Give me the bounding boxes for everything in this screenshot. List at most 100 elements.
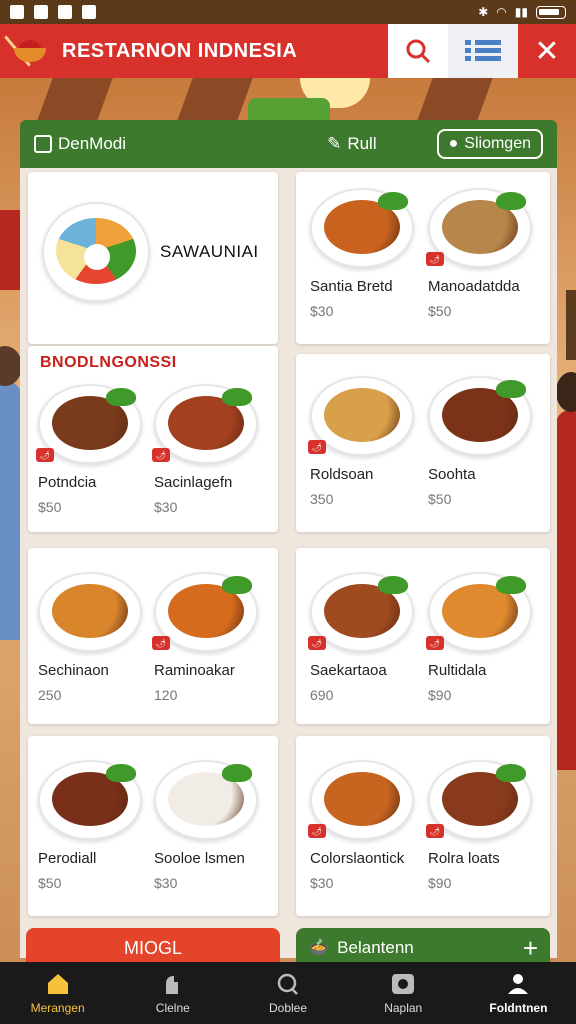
menu-card[interactable]: 🌶 Roldsoan 350 Soohta $50 bbox=[296, 354, 550, 532]
item-price: $90 bbox=[428, 687, 452, 703]
nav-item-camera[interactable]: Naplan bbox=[346, 962, 461, 1024]
featured-card[interactable]: SAWAUNIAI bbox=[28, 172, 278, 344]
food bbox=[324, 772, 400, 826]
dish-image: 🌶 bbox=[308, 376, 414, 456]
menu-item[interactable]: 🌶 Raminoakar 120 bbox=[152, 572, 274, 703]
menu-grid: SAWAUNIAI Santia Bretd $30 🌶 Manoadatdda… bbox=[20, 168, 557, 958]
spicy-badge: 🌶 bbox=[36, 448, 54, 462]
section-title: BNODLNGONSSI bbox=[40, 354, 177, 371]
dish-image bbox=[154, 760, 258, 840]
full-label: Rull bbox=[347, 134, 377, 153]
menu-item[interactable]: 🌶 Manoadatdda $50 bbox=[426, 188, 548, 319]
full-view-button[interactable]: ✎ Rull bbox=[327, 134, 377, 154]
menu-card[interactable]: 🌶 Saekartaoa 690 🌶 Rultidala $90 bbox=[296, 548, 550, 724]
tag-icon: ● bbox=[448, 135, 459, 152]
app-bar: RESTARNON INDNESIA ✕ bbox=[0, 24, 576, 78]
item-price: $30 bbox=[310, 875, 334, 891]
dish-image: 🌶 bbox=[426, 760, 532, 840]
nav-item-chef[interactable]: Clelne bbox=[115, 962, 230, 1024]
spicy-badge: 🌶 bbox=[308, 440, 326, 454]
nav-item-search[interactable]: Doblee bbox=[230, 962, 345, 1024]
bluetooth-icon: ✱ bbox=[478, 5, 489, 19]
wifi-icon: ◠ bbox=[496, 5, 507, 19]
dish-image bbox=[42, 202, 150, 302]
dish-icon: 🍲 bbox=[308, 938, 330, 957]
app-title: RESTARNON INDNESIA bbox=[62, 39, 298, 62]
dish-image: 🌶 bbox=[426, 188, 532, 268]
item-name: Sacinlagefn bbox=[154, 474, 233, 491]
item-name: Sooloe lsmen bbox=[154, 850, 245, 867]
spicy-badge: 🌶 bbox=[308, 824, 326, 838]
item-price: 120 bbox=[154, 687, 178, 703]
close-icon: ✕ bbox=[534, 34, 560, 68]
spicy-badge: 🌶 bbox=[152, 636, 170, 650]
item-name: Roldsoan bbox=[310, 466, 374, 483]
nav-label: Naplan bbox=[384, 1000, 423, 1015]
menu-item[interactable]: 🌶 Roldsoan 350 bbox=[308, 376, 430, 507]
item-price: 250 bbox=[38, 687, 62, 703]
item-name: Santia Bretd bbox=[310, 278, 393, 295]
item-name: Saekartaoa bbox=[310, 662, 387, 679]
menu-card[interactable]: BNODLNGONSSI 🌶 Potndcia $50 🌶 Sacinlagef… bbox=[28, 346, 278, 532]
item-name: Raminoakar bbox=[154, 662, 235, 679]
item-price: $30 bbox=[154, 875, 178, 891]
nav-label: Merangen bbox=[30, 1000, 85, 1015]
spicy-badge: 🌶 bbox=[426, 636, 444, 650]
nav-label: Doblee bbox=[268, 1000, 308, 1015]
nav-item-home[interactable]: Merangen bbox=[0, 962, 115, 1024]
chef-icon bbox=[165, 975, 178, 994]
choose-label: Sliomgen bbox=[464, 135, 531, 152]
promo-green-label: Belantenn bbox=[337, 938, 414, 957]
item-name: Rolra loats bbox=[428, 850, 500, 867]
search-button[interactable] bbox=[388, 24, 448, 78]
menu-item[interactable]: 🌶 Potndcia $50 bbox=[36, 384, 158, 515]
list-view-button[interactable] bbox=[448, 24, 518, 78]
bottom-nav: Merangen Clelne Doblee Naplan Foldntnen bbox=[0, 962, 576, 1024]
item-price: $90 bbox=[428, 875, 452, 891]
menu-item[interactable]: Soohta $50 bbox=[428, 376, 548, 507]
item-price: $50 bbox=[38, 875, 62, 891]
menu-item[interactable]: 🌶 Colorslaontick $30 bbox=[308, 760, 430, 891]
nav-item-profile[interactable]: Foldntnen bbox=[461, 962, 576, 1024]
vpn-icon bbox=[58, 5, 72, 19]
filter-bar: DenModi ✎ Rull ● Sliomgen bbox=[20, 120, 557, 168]
menu-item[interactable]: 🌶 Rultidala $90 bbox=[426, 572, 548, 703]
menu-item[interactable]: 🌶 Sacinlagefn $30 bbox=[152, 384, 274, 515]
dish-image: 🌶 bbox=[308, 760, 414, 840]
mode-toggle[interactable]: DenModi bbox=[34, 134, 126, 154]
featured-title: SAWAUNIAI bbox=[160, 242, 259, 261]
dish-image: 🌶 bbox=[152, 572, 258, 652]
food bbox=[52, 584, 128, 638]
menu-item[interactable]: Sechinaon 250 bbox=[38, 572, 158, 703]
search-icon bbox=[277, 973, 298, 995]
menu-card[interactable]: Sechinaon 250 🌶 Raminoakar 120 bbox=[28, 548, 278, 724]
menu-item[interactable]: 🌶 Rolra loats $90 bbox=[426, 760, 548, 891]
battery-icon bbox=[536, 5, 566, 19]
item-name: Sechinaon bbox=[38, 662, 109, 679]
close-button[interactable]: ✕ bbox=[518, 24, 576, 78]
dish-image: 🌶 bbox=[308, 572, 414, 652]
spicy-badge: 🌶 bbox=[308, 636, 326, 650]
item-name: Colorslaontick bbox=[310, 850, 405, 867]
instagram-icon bbox=[34, 5, 48, 19]
nav-label: Foldntnen bbox=[489, 1000, 548, 1015]
checkbox-icon bbox=[34, 135, 52, 153]
dish-image: 🌶 bbox=[152, 384, 258, 464]
status-bar: ✱ ◠ ▮▮ bbox=[0, 0, 576, 24]
menu-item[interactable]: Santia Bretd $30 bbox=[310, 188, 430, 319]
item-price: $50 bbox=[38, 499, 62, 515]
search-icon bbox=[406, 39, 431, 64]
item-name: Potndcia bbox=[38, 474, 97, 491]
plus-icon[interactable]: + bbox=[523, 933, 538, 964]
menu-item[interactable]: Sooloe lsmen $30 bbox=[154, 760, 274, 891]
spicy-badge: 🌶 bbox=[426, 252, 444, 266]
menu-card[interactable]: Santia Bretd $30 🌶 Manoadatdda $50 bbox=[296, 172, 550, 344]
menu-card[interactable]: 🌶 Colorslaontick $30 🌶 Rolra loats $90 bbox=[296, 736, 550, 916]
menu-card[interactable]: Perodiall $50 Sooloe lsmen $30 bbox=[28, 736, 278, 916]
camera-icon bbox=[392, 973, 415, 994]
menu-item[interactable]: Perodiall $50 bbox=[38, 760, 158, 891]
item-price: 690 bbox=[310, 687, 334, 703]
choose-button[interactable]: ● Sliomgen bbox=[436, 129, 543, 159]
restaurant-logo bbox=[4, 30, 52, 72]
menu-item[interactable]: 🌶 Saekartaoa 690 bbox=[308, 572, 430, 703]
